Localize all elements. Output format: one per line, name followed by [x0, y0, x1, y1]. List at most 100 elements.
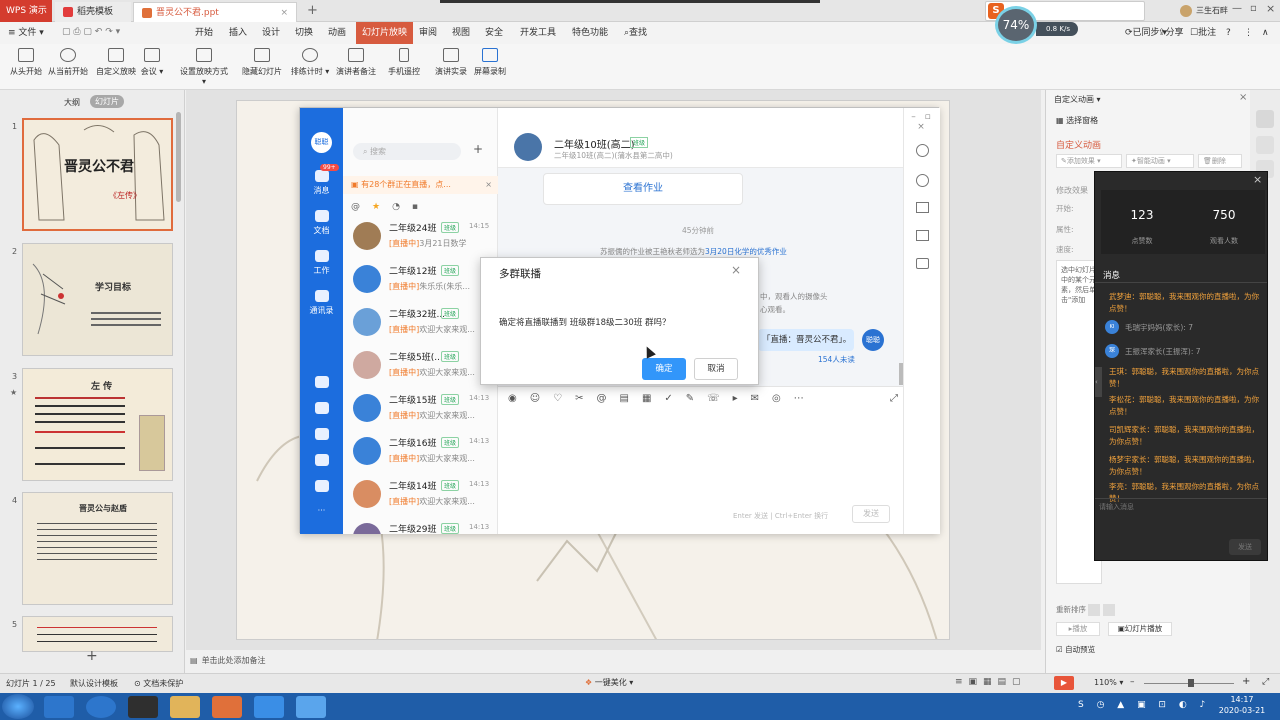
nav-calendar-icon[interactable] [300, 376, 343, 391]
rehearse-timing-button[interactable]: 排练计时 ▾ [286, 46, 334, 86]
play-from-start-button[interactable]: 从头开始 [2, 46, 50, 86]
tab-template[interactable]: 稻壳模板 [55, 2, 131, 22]
zoom-out-icon[interactable]: – [1130, 677, 1135, 687]
thumbnail-scrollbar[interactable] [176, 112, 181, 202]
start-button-icon[interactable] [2, 694, 34, 719]
slide-thumbnail-1[interactable]: 晋灵公不君 《左传》 [22, 118, 173, 231]
menu-security[interactable]: 安全 [485, 22, 503, 44]
slide-thumbnail-4[interactable]: 晋灵公与赵盾 [22, 492, 173, 605]
slide-thumbnail-5[interactable] [22, 616, 173, 652]
beautify-button[interactable]: ❖ 一键美化 ▾ [585, 677, 633, 688]
live-close-icon[interactable]: × [1253, 173, 1262, 186]
search-input[interactable]: ⌕ 搜索 [353, 143, 461, 160]
folder-icon[interactable] [916, 202, 929, 213]
input-area[interactable]: ◉☺♡✂@▤▦✓✎☏▸✉◎⋯ ⤢ Enter 发送 | Ctrl+Enter 换… [498, 386, 903, 534]
side-tool-icon[interactable] [1256, 110, 1274, 128]
add-slide-icon[interactable]: + [86, 648, 98, 664]
conversation-scroll[interactable]: 二年级24班 班级 14:15 [直播中]3月21日数学 二年级12班 班级 [直播中]朱… [343, 220, 498, 534]
menu-design[interactable]: 设计 [262, 22, 280, 44]
speed-ball[interactable]: 74% [995, 6, 1037, 44]
hide-slide-button[interactable]: 隐藏幻灯片 [238, 46, 286, 86]
nav-docs[interactable]: 文档 [300, 210, 343, 236]
chrome-icon[interactable] [86, 696, 116, 718]
confirm-button[interactable]: 确定 [642, 358, 686, 380]
nav-todo-icon[interactable] [300, 402, 343, 417]
minimize-icon[interactable]: — [1232, 3, 1242, 14]
autopreview-checkbox[interactable]: ☑ 自动预览 [1056, 644, 1095, 655]
wps-app-tab[interactable]: WPS 演示 [0, 0, 52, 22]
group-avatar[interactable] [514, 133, 542, 161]
view-mode-icons[interactable]: ≡▣▦▤▢ [955, 677, 1027, 687]
slide-thumbnail-2[interactable]: 学习目标 [22, 243, 173, 356]
list-item[interactable]: 二年级16班 班级 14:13 [直播中]欢迎大家来观... [343, 431, 498, 474]
browser-icon[interactable] [44, 696, 74, 718]
zoom-slider-thumb[interactable] [1188, 679, 1194, 687]
comment-button[interactable]: ☐批注 [1190, 22, 1216, 44]
list-item[interactable]: 二年级5班(... 班级 [直播中]欢迎大家来观... [343, 345, 498, 388]
add-icon[interactable]: + [473, 142, 483, 156]
nav-messages[interactable]: 消息 99+ [300, 164, 343, 196]
list-item[interactable]: 二年级12班 班级 [直播中]朱乐乐(朱乐... [343, 259, 498, 302]
help-icon[interactable]: ? [1226, 22, 1231, 44]
avatar[interactable] [1180, 5, 1192, 17]
menu-review[interactable]: 审阅 [419, 22, 437, 44]
tab-outline[interactable]: 大纲 [64, 97, 80, 108]
homework-link[interactable]: 3月20日化学的优秀作业 [705, 247, 787, 256]
close-tab-icon[interactable]: × [280, 3, 288, 23]
nav-work[interactable]: 工作 [300, 250, 343, 276]
slideshow-button[interactable]: ▣幻灯片播放 [1108, 622, 1172, 636]
slide-thumbnail-3[interactable]: 左 传 [22, 368, 173, 481]
app-icon[interactable] [296, 696, 326, 718]
live-send-button[interactable]: 发送 [1229, 539, 1261, 555]
share-button[interactable]: ⇪分享 [1158, 22, 1184, 44]
close-icon[interactable]: × [1266, 2, 1275, 15]
maximize-icon[interactable]: ▫ [1250, 3, 1257, 14]
send-button[interactable]: 发送 [852, 505, 890, 523]
tray-icons[interactable]: S ◷ ▲ ▣ ⊡ ◐ ♪ [1078, 700, 1210, 710]
meeting-button[interactable]: 会议 ▾ [134, 46, 170, 86]
list-item[interactable]: 二年级14班 班级 14:13 [直播中]欢迎大家来观... [343, 474, 498, 517]
move-up-icon[interactable] [1088, 604, 1101, 616]
list-item[interactable]: 二年级32班... 班级 [直播中]欢迎大家来观... [343, 302, 498, 345]
menu-slideshow[interactable]: 幻灯片放映 [356, 22, 414, 44]
menu-animation[interactable]: 动画 [328, 22, 346, 44]
live-icon[interactable] [916, 258, 929, 269]
list-item[interactable]: 二年级29班 班级 14:13 [343, 517, 498, 534]
new-tab-icon[interactable]: + [307, 3, 318, 18]
expand-icon[interactable]: ⤢ [890, 393, 898, 404]
filter-icons[interactable]: @★◔▪ [351, 202, 430, 212]
nav-ding-icon[interactable] [300, 428, 343, 443]
smart-animation-button[interactable]: ✦智能动画 ▾ [1126, 154, 1194, 168]
pane-title[interactable]: 自定义动画 ▾ [1054, 94, 1101, 105]
add-effect-button[interactable]: ✎添加效果 ▾ [1056, 154, 1122, 168]
menu-file[interactable]: ≡ 文件 ▾ [8, 22, 44, 44]
star-icon[interactable]: ★ [372, 202, 392, 212]
side-tool-icon[interactable] [1256, 136, 1274, 154]
tab-slides[interactable]: 幻灯片 [90, 95, 124, 108]
history-icon[interactable] [916, 174, 929, 187]
tab-document[interactable]: 晋灵公不君.ppt × [133, 2, 297, 22]
input-toolbar-icons[interactable]: ◉☺♡✂@▤▦✓✎☏▸✉◎⋯ [508, 393, 817, 404]
list-item[interactable]: 二年级24班 班级 14:15 [直播中]3月21日数学 [343, 220, 498, 259]
menu-view[interactable]: 视图 [452, 22, 470, 44]
zoom-in-icon[interactable]: + [1242, 676, 1250, 687]
close-notice-icon[interactable]: × [485, 176, 492, 194]
live-notice-bar[interactable]: ▣ 有28个群正在直播，点... × [343, 176, 498, 194]
nav-mail-icon[interactable] [300, 480, 343, 495]
custom-show-button[interactable]: 自定义放映 [92, 46, 140, 86]
live-share-bubble[interactable]: 「直播：晋灵公不君」。 [758, 329, 854, 351]
user-avatar[interactable]: 聪聪 [311, 132, 332, 153]
menu-search[interactable]: ⌕查找 [624, 22, 647, 44]
list-item[interactable]: 二年级15班 班级 14:13 [直播中]欢迎大家来观... [343, 388, 498, 431]
menu-insert[interactable]: 插入 [229, 22, 247, 44]
record-lecture-button[interactable]: 演讲实录 [430, 46, 472, 86]
more-options-icon[interactable] [916, 144, 929, 157]
nav-more-icon[interactable]: ··· [300, 506, 343, 515]
menu-devtools[interactable]: 开发工具 [520, 22, 556, 44]
more-icon[interactable]: ⋮ [1244, 22, 1253, 44]
nav-phone-icon[interactable] [300, 454, 343, 469]
menu-features[interactable]: 特色功能 [572, 22, 608, 44]
phone-remote-button[interactable]: 手机遥控 [382, 46, 426, 86]
dingtalk-icon[interactable] [254, 696, 284, 718]
app-g-icon[interactable] [128, 696, 158, 718]
